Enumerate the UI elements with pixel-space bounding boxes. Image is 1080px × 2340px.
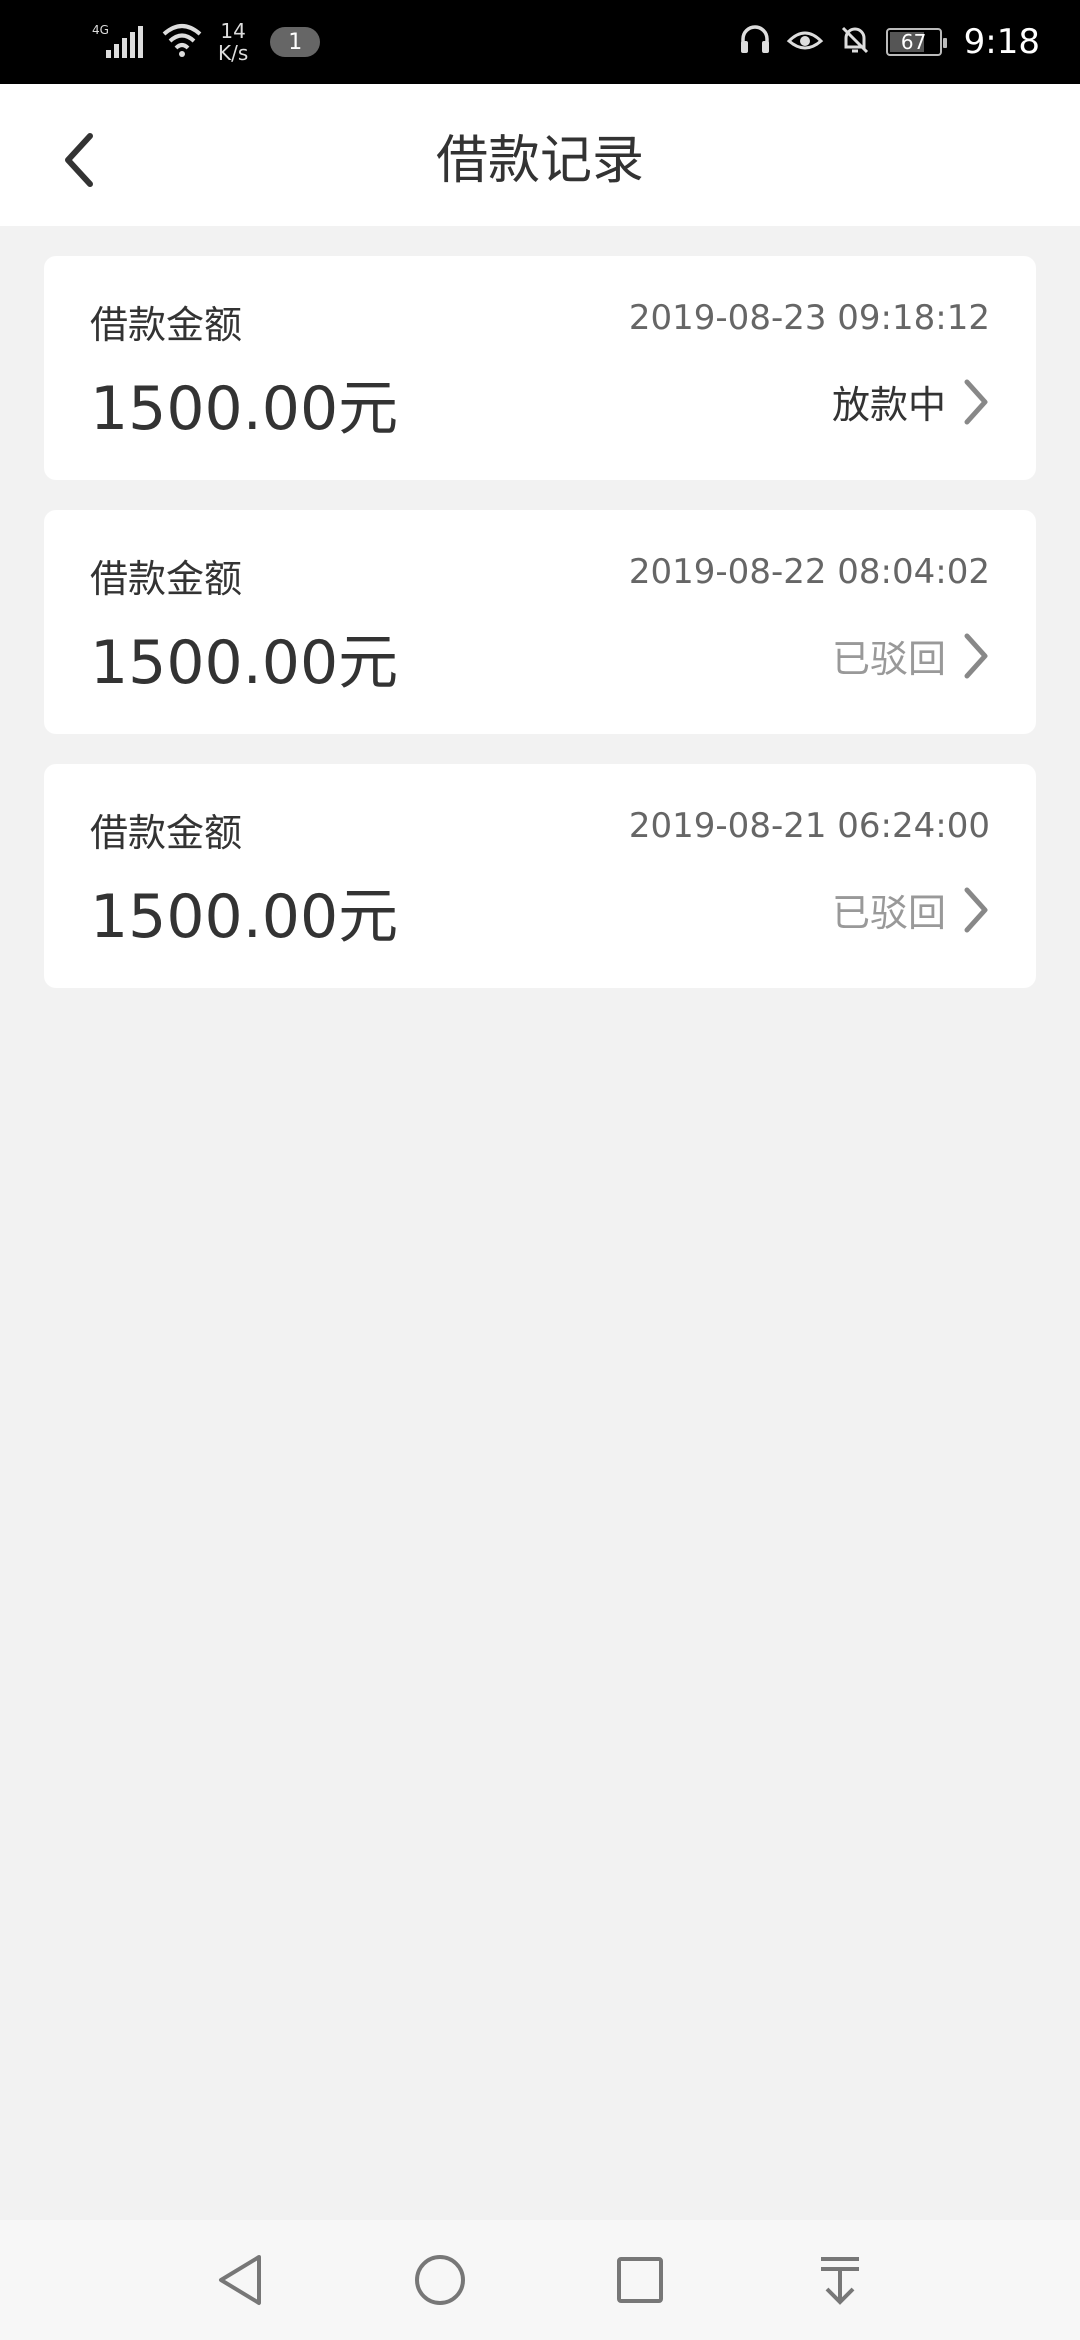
- triangle-back-icon: [219, 2255, 261, 2305]
- wifi-icon: [160, 20, 204, 64]
- record-status: 放款中: [832, 374, 990, 429]
- record-label: 借款金额: [90, 811, 243, 855]
- record-status: 已驳回: [832, 882, 990, 937]
- nav-recents-button[interactable]: [610, 2250, 670, 2310]
- app-header: 借款记录: [0, 84, 1080, 226]
- square-recents-icon: [617, 2257, 663, 2303]
- network-speed-unit: K/s: [218, 41, 249, 65]
- chevron-left-icon: [65, 133, 93, 187]
- network-speed: 14 K/s: [218, 20, 248, 64]
- bell-off-icon: [838, 23, 872, 61]
- record-amount: 1500.00元: [90, 628, 399, 698]
- circle-home-icon: [415, 2255, 465, 2305]
- chevron-right-icon: [964, 379, 988, 424]
- loan-record-list: 借款金额 2019-08-23 09:18:12 1500.00元 放款中 借款…: [44, 256, 1036, 1018]
- chevron-right-icon: [964, 887, 988, 932]
- network-speed-value: 14: [220, 19, 246, 43]
- status-time: 9:18: [963, 22, 1040, 62]
- nav-notifications-button[interactable]: [810, 2250, 870, 2310]
- record-label: 借款金额: [90, 557, 243, 601]
- record-date: 2019-08-22 08:04:02: [628, 552, 990, 592]
- headphones-icon: [738, 23, 772, 61]
- system-nav-bar: [0, 2220, 1080, 2340]
- loan-record-card[interactable]: 借款金额 2019-08-22 08:04:02 1500.00元 已驳回: [44, 510, 1036, 734]
- record-date: 2019-08-23 09:18:12: [628, 298, 990, 338]
- loan-record-card[interactable]: 借款金额 2019-08-23 09:18:12 1500.00元 放款中: [44, 256, 1036, 480]
- loan-record-card[interactable]: 借款金额 2019-08-21 06:24:00 1500.00元 已驳回: [44, 764, 1036, 988]
- notification-badge: 1: [270, 27, 321, 57]
- record-status-text: 已驳回: [831, 891, 946, 935]
- back-button[interactable]: [40, 120, 120, 200]
- battery-icon: 67: [885, 28, 947, 56]
- battery-level: 67: [900, 30, 927, 54]
- record-status-text: 已驳回: [831, 637, 946, 681]
- status-bar: 4G 14 K/s 1 67 9:18: [0, 0, 1080, 84]
- eye-icon: [786, 23, 824, 61]
- nav-back-button[interactable]: [210, 2250, 270, 2310]
- record-status-text: 放款中: [831, 383, 946, 427]
- nav-home-button[interactable]: [410, 2250, 470, 2310]
- record-date: 2019-08-21 06:24:00: [628, 806, 990, 846]
- pull-down-icon: [821, 2257, 859, 2305]
- chevron-right-icon: [964, 633, 988, 678]
- page-title: 借款记录: [435, 130, 644, 191]
- record-label: 借款金额: [90, 303, 243, 347]
- status-left: 4G 14 K/s 1: [90, 16, 321, 68]
- record-status: 已驳回: [832, 628, 990, 683]
- signal-icon: 4G: [90, 20, 146, 64]
- record-amount: 1500.00元: [90, 374, 399, 444]
- network-type: 4G: [92, 23, 109, 37]
- status-right: 67 9:18: [738, 16, 1040, 68]
- record-amount: 1500.00元: [90, 882, 399, 952]
